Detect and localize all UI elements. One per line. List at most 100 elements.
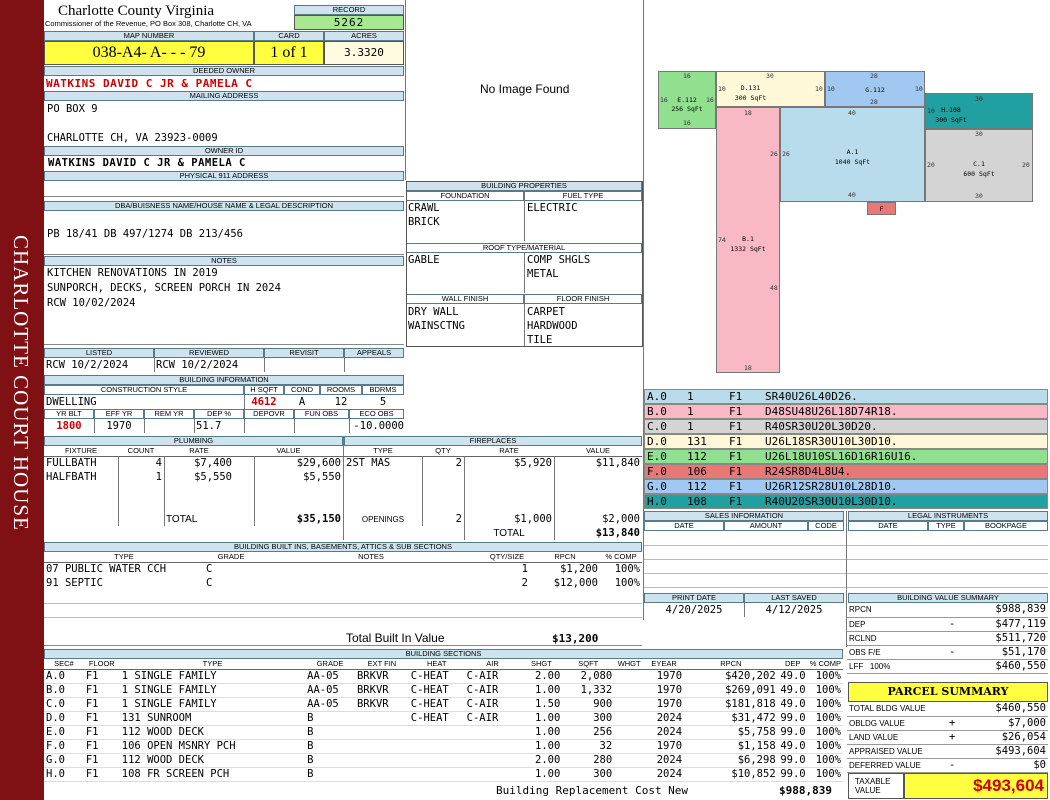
sketch-dim: 40: [848, 191, 856, 199]
section-cell: [408, 753, 465, 768]
section-cell: 1970: [644, 739, 685, 754]
segment-path: U26L18SR30U10L30D10.: [765, 435, 898, 448]
parcel-val: $493,604: [961, 744, 1048, 759]
section-cell: 2024: [644, 767, 685, 782]
section-cell: 280: [562, 753, 615, 768]
segment-code: 112: [687, 480, 707, 493]
col-header: % COMP: [807, 659, 843, 670]
col-header: SHGT: [520, 659, 563, 670]
segment-code: 108: [687, 495, 707, 508]
sidebar-banner: CHARLOTTE COURT HOUSE: [0, 0, 44, 800]
parcel-summary-title: PARCEL SUMMARY: [848, 682, 1048, 702]
map-number-label: MAP NUMBER: [44, 31, 254, 41]
listed-value: RCW 10/2/2024: [46, 359, 129, 371]
segment-path: SR40U26L40D26.: [765, 390, 858, 403]
bvs-val: $460,550: [961, 659, 1048, 674]
sketch-segment-row: A.0 1 F1 SR40U26L40D26.: [644, 389, 1048, 404]
section-cell: [464, 739, 521, 754]
segment-id: G.0: [647, 480, 667, 493]
parcel-table: TOTAL BLDG VALUE $460,550 OBLDG VALUE + $7,…: [847, 702, 1048, 773]
legal-description-label: DBA/BUISNESS NAME/HOUSE NAME & LEGAL DES…: [44, 201, 404, 211]
bi-comp: 100%: [614, 562, 640, 575]
col-header: SQFT: [562, 659, 615, 670]
bvs-sign: [947, 631, 961, 646]
bvs-key: RPCN: [847, 603, 947, 618]
segment-path: U26R12SR28U10L28D10.: [765, 480, 898, 493]
bdrms-label: BDRMS: [362, 385, 404, 395]
print-date-label: PRINT DATE: [644, 593, 744, 603]
table-row: G.0 F1 112 WOOD DECK B 2.00 280 2024 $6,298 99.0…: [44, 753, 843, 768]
section-cell: $6,298: [684, 753, 778, 768]
segment-path: D48SU48U26L18D74R18.: [765, 405, 898, 418]
notes-label: NOTES: [44, 256, 404, 266]
section-cell: BRKVR: [354, 669, 409, 684]
section-cell: $181,818: [684, 697, 778, 712]
fixture: HALFBATH: [46, 470, 97, 483]
parcel-sign: +: [947, 730, 961, 745]
table-row: D.0 F1 131 SUNROOM B C-HEAT C-AIR 1.00 300 2024 $…: [44, 711, 843, 726]
section-cell: $420,202: [684, 669, 778, 684]
section-cell: 131 SUNROOM: [119, 711, 306, 726]
last-saved-value: 4/12/2025: [765, 604, 823, 616]
section-cell: C-HEAT: [408, 711, 465, 726]
count: 4: [155, 456, 162, 469]
segment-path: R24SR8D4L8U4.: [765, 465, 852, 478]
section-cell: [614, 711, 645, 726]
section-cell: 1 SINGLE FAMILY: [119, 683, 306, 698]
bvs-row: LFF 100% $460,550: [847, 659, 1048, 674]
parcel-row: OBLDG VALUE + $7,000: [847, 716, 1048, 731]
col-header: EXT FIN: [354, 659, 409, 670]
section-cell: 106 OPEN MSNRY PCH: [119, 739, 306, 754]
bi-rpcn: $12,000: [553, 576, 598, 589]
segment-floor: F1: [729, 480, 743, 493]
map-number-value: 038-A4- A- - - 79: [44, 41, 254, 65]
fireplaces-table: TYPE QTY RATE VALUE 2ST MAS 2 $5,920 $11,840 O…: [344, 446, 642, 540]
card-value: 1 of 1: [254, 41, 324, 65]
col-header: VALUE: [554, 446, 642, 457]
owner-id-label: OWNER ID: [44, 146, 404, 156]
physical-address-label: PHYSICAL 911 ADDRESS: [44, 171, 404, 181]
section-cell: $10,852: [684, 767, 778, 782]
sketch-dim: 48: [770, 284, 778, 292]
segment-floor: F1: [729, 495, 743, 508]
sketch-dim: 26: [782, 150, 790, 158]
bdrms-value: 5: [379, 396, 387, 408]
reviewed-label: REVIEWED: [154, 348, 264, 358]
sketch-label: F: [879, 205, 884, 213]
building-sections-label: BUILDING SECTIONS: [44, 649, 843, 659]
section-cell: [408, 767, 465, 782]
section-cell: 99.0: [777, 767, 808, 782]
sketch-dim: 16: [683, 72, 691, 80]
section-cell: 100%: [807, 669, 843, 684]
instr-type-col: TYPE: [928, 521, 964, 531]
col-header: TYPE: [119, 659, 306, 670]
instr-bookpage-col: BOOKPAGE: [964, 521, 1048, 531]
mailing-line1: PO BOX 9: [47, 103, 98, 115]
replacement-cost-label: Building Replacement Cost New: [496, 784, 689, 797]
acres-value: 3.3320: [324, 41, 404, 65]
bi-comp: 100%: [614, 576, 640, 589]
bvs-key: DEP: [847, 617, 947, 632]
parcel-key: DEFERRED VALUE: [847, 758, 947, 773]
fp-total: $13,840: [595, 526, 640, 539]
sketch-segment-row: E.0 112 F1 U26L18U10SL16D16R16U16.: [644, 449, 1048, 464]
bi-type: 07 PUBLIC WATER CCH: [46, 562, 167, 575]
segment-id: A.0: [647, 390, 667, 403]
col-header: % COMP: [600, 552, 642, 563]
segment-id: B.0: [647, 405, 667, 418]
hsqft-label: H SQFT: [244, 385, 284, 395]
table-row: H.0 F1 108 FR SCREEN PCH B 1.00 300 2024 $10,85…: [44, 767, 843, 782]
section-cell: [354, 725, 409, 740]
bvs-row: RCLND $511,720: [847, 631, 1048, 646]
section-cell: C-HEAT: [408, 669, 465, 684]
section-cell: 49.0: [777, 697, 808, 712]
section-cell: 100%: [807, 683, 843, 698]
sketch-segment-row: B.0 1 F1 D48SU48U26L18D74R18.: [644, 404, 1048, 419]
county-title: Charlotte County Virginia: [58, 3, 215, 19]
section-cell: F1: [83, 739, 120, 754]
funobs-label: FUN OBS: [294, 409, 349, 419]
openings-rate: $1,000: [514, 512, 552, 525]
col-header: EYEAR: [644, 659, 685, 670]
col-header: HEAT: [408, 659, 465, 670]
section-cell: 1970: [644, 669, 685, 684]
